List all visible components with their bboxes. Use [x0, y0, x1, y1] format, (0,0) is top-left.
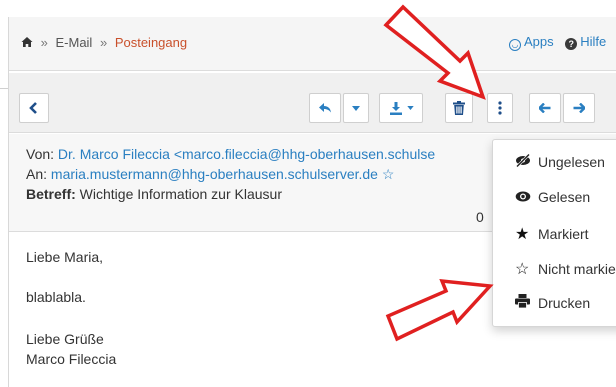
body-line: blablabla.: [26, 289, 86, 305]
menu-item-unread[interactable]: Ungelesen: [515, 153, 605, 170]
subject-label: Betreff:: [26, 186, 76, 202]
apps-label: Apps: [524, 34, 554, 49]
menu-item-label: Nicht markier: [538, 261, 616, 277]
chevron-left-icon: [29, 102, 39, 114]
from-value[interactable]: Dr. Marco Fileccia <marco.fileccia@hhg-o…: [58, 146, 435, 162]
eye-icon: [515, 189, 533, 205]
menu-item-label: Markiert: [538, 226, 589, 242]
back-button[interactable]: [19, 93, 49, 123]
menu-item-read[interactable]: Gelesen: [515, 189, 590, 205]
reply-button[interactable]: [309, 93, 341, 123]
left-divider: [0, 88, 8, 89]
breadcrumb-separator: »: [99, 35, 108, 50]
eye-slash-icon: [515, 153, 533, 170]
reply-dropdown-button[interactable]: [343, 93, 369, 123]
mail-window: » E-Mail » Posteingang ◡ Apps ? Hilfe Vo…: [8, 17, 616, 387]
menu-item-label: Drucken: [538, 294, 591, 311]
body-line: Liebe Maria,: [26, 249, 104, 265]
print-icon: [515, 294, 533, 311]
caret-down-icon: [352, 105, 360, 111]
reply-icon: [318, 102, 332, 114]
more-options-button[interactable]: [487, 93, 513, 123]
breadcrumb-email[interactable]: E-Mail: [55, 35, 92, 50]
to-label: An:: [26, 166, 48, 182]
truncated-date: 0: [476, 209, 484, 225]
menu-item-label: Gelesen: [538, 189, 591, 205]
caret-down-icon: [406, 106, 414, 110]
breadcrumb-current[interactable]: Posteingang: [115, 35, 187, 50]
message-toolbar: [9, 73, 616, 133]
arrow-right-icon: [573, 103, 585, 113]
help-link[interactable]: ? Hilfe: [565, 34, 607, 50]
star-filled-icon: ★: [515, 226, 530, 243]
subject-line: Betreff: Wichtige Information zur Klausu…: [26, 186, 282, 202]
from-label: Von:: [26, 146, 55, 162]
arrow-left-icon: [539, 103, 551, 113]
menu-item-print[interactable]: Drucken: [515, 294, 590, 311]
question-icon: ?: [565, 38, 578, 50]
subject-value: Wichtige Information zur Klausur: [79, 186, 282, 202]
more-options-menu: Ungelesen Gelesen ★ Markiert ☆ Nicht mar…: [492, 139, 616, 327]
more-vertical-icon: [498, 101, 502, 115]
menu-item-unflagged[interactable]: ☆ Nicht markier: [515, 259, 616, 279]
home-icon[interactable]: [21, 36, 33, 48]
delete-button[interactable]: [445, 93, 473, 123]
to-line: An: maria.mustermann@hhg-oberhausen.schu…: [26, 166, 394, 183]
breadcrumb-separator: »: [40, 35, 48, 50]
download-button[interactable]: [379, 93, 423, 123]
breadcrumb: » E-Mail » Posteingang: [21, 35, 187, 50]
trash-icon: [453, 101, 465, 115]
help-label: Hilfe: [580, 34, 607, 49]
smile-icon: ◡: [509, 39, 521, 51]
body-line: Liebe Grüße: [26, 331, 104, 347]
apps-link[interactable]: ◡ Apps: [509, 34, 554, 51]
from-line: Von: Dr. Marco Fileccia <marco.fileccia@…: [26, 146, 435, 162]
menu-item-flagged[interactable]: ★ Markiert: [515, 224, 589, 244]
to-value[interactable]: maria.mustermann@hhg-oberhausen.schulser…: [51, 166, 395, 182]
previous-message-button[interactable]: [529, 93, 561, 123]
top-bar: » E-Mail » Posteingang ◡ Apps ? Hilfe: [9, 17, 616, 71]
next-message-button[interactable]: [563, 93, 595, 123]
menu-item-label: Ungelesen: [538, 154, 605, 170]
top-links: ◡ Apps ? Hilfe: [509, 34, 614, 51]
body-line: Marco Fileccia: [26, 351, 117, 367]
message-body: Liebe Maria, blablabla. Liebe Grüße Marc…: [26, 247, 116, 369]
download-icon: [389, 101, 403, 115]
star-outline-icon: ☆: [515, 261, 530, 278]
